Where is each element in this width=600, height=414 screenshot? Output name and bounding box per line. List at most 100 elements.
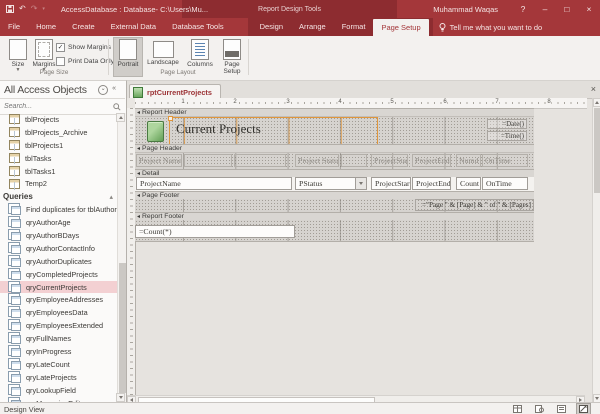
tab-create[interactable]: Create: [64, 18, 103, 36]
date-textbox[interactable]: =Date(): [487, 119, 527, 129]
field-combobox[interactable]: PStatus: [295, 177, 367, 190]
search-input[interactable]: [0, 103, 113, 110]
page-footer-band[interactable]: ="Page " & [Page] & " of " & [Pages]: [135, 199, 534, 212]
time-textbox[interactable]: =Time(): [487, 131, 527, 141]
nav-item-query[interactable]: qryFullNames: [0, 332, 117, 345]
nav-item-query[interactable]: qryEmployeeAddresses: [0, 293, 117, 306]
minimize-button[interactable]: –: [534, 0, 556, 18]
query-icon: [11, 309, 21, 318]
page-header-band[interactable]: Project Name Project Status ProjectStart…: [135, 153, 534, 169]
scroll-up-button[interactable]: [593, 98, 600, 107]
tab-format[interactable]: Format: [334, 18, 374, 36]
field-textbox[interactable]: ProjectEnd: [412, 177, 451, 190]
empty-label-box[interactable]: [184, 154, 232, 167]
empty-label-box[interactable]: [234, 154, 286, 167]
combobox-dropdown-icon[interactable]: [355, 178, 366, 189]
tab-external-data[interactable]: External Data: [103, 18, 164, 36]
nav-item-query[interactable]: Find duplicates for tblAuthors: [0, 203, 117, 216]
column-header-label[interactable]: Project Status: [295, 154, 339, 167]
nav-item-query[interactable]: qryAuthorContactInfo: [0, 242, 117, 255]
nav-item-query[interactable]: qryAuthorBDays: [0, 229, 117, 242]
nav-group-queries[interactable]: Queries▴: [0, 190, 117, 203]
nav-item-table[interactable]: tblProjects: [0, 113, 117, 126]
search-icon[interactable]: [113, 103, 121, 111]
portrait-label: Portrait: [118, 61, 139, 68]
nav-item-query[interactable]: qryLookupField: [0, 384, 117, 397]
nav-item-query[interactable]: qryLateCount: [0, 358, 117, 371]
section-bar-page-header[interactable]: ◂Page Header: [135, 144, 534, 153]
nav-item-query[interactable]: qryAuthorAge: [0, 216, 117, 229]
empty-label-box[interactable]: [341, 154, 367, 167]
field-textbox[interactable]: ProjectName: [136, 177, 292, 190]
nav-pane-title: All Access Objects: [4, 84, 87, 96]
close-button[interactable]: ×: [578, 0, 600, 18]
nav-item-table[interactable]: tblTasks1: [0, 165, 117, 178]
column-header-label[interactable]: Project Name: [136, 154, 182, 167]
tab-file[interactable]: File: [0, 18, 28, 36]
report-header-band[interactable]: Current Projects =Date() =Time(): [135, 117, 534, 144]
print-data-only-checkbox[interactable]: Print Data Only: [56, 57, 114, 66]
nav-item-query-selected[interactable]: qryCurrentProjects: [0, 281, 117, 294]
nav-item-query[interactable]: qryCompletedProjects: [0, 268, 117, 281]
design-view-icon[interactable]: [577, 404, 590, 414]
table-icon: [9, 140, 20, 150]
detail-band[interactable]: ProjectName PStatus ProjectStart Project…: [135, 177, 534, 191]
nav-item-table[interactable]: tblTasks: [0, 152, 117, 165]
save-icon[interactable]: [6, 5, 14, 13]
title-selection-box[interactable]: Current Projects: [169, 117, 378, 145]
ruler-number: 3: [285, 99, 290, 105]
tab-database-tools[interactable]: Database Tools: [164, 18, 232, 36]
document-close-icon[interactable]: ×: [591, 83, 596, 96]
tab-arrange[interactable]: Arrange: [291, 18, 334, 36]
datasheet-view-icon[interactable]: [511, 404, 524, 414]
column-header-label[interactable]: Numd: [456, 154, 481, 167]
column-header-label[interactable]: ProjectStart: [371, 154, 408, 167]
tab-home[interactable]: Home: [28, 18, 64, 36]
document-tab[interactable]: rptCurrentProjects: [129, 84, 221, 99]
nav-item-table[interactable]: tblProjects1: [0, 139, 117, 152]
print-preview-icon[interactable]: [533, 404, 546, 414]
field-textbox[interactable]: OnTime: [482, 177, 528, 190]
column-header-label[interactable]: OnTime: [482, 154, 528, 167]
nav-item-table[interactable]: Temp2: [0, 177, 117, 190]
nav-item-query[interactable]: qryInProgress: [0, 345, 117, 358]
nav-item-label: qryFullNames: [26, 334, 71, 343]
page-number-textbox[interactable]: ="Page " & [Page] & " of " & [Pages]: [415, 199, 534, 211]
nav-scrollbar[interactable]: [117, 113, 127, 403]
maximize-button[interactable]: □: [556, 0, 578, 18]
query-icon: [11, 374, 21, 383]
field-textbox[interactable]: Count: [456, 177, 481, 190]
vertical-scrollbar[interactable]: [592, 98, 600, 403]
nav-scroll-down-button[interactable]: [116, 393, 125, 402]
layout-view-icon[interactable]: [555, 404, 568, 414]
tab-design[interactable]: Design: [252, 18, 291, 36]
undo-icon[interactable]: ↶: [19, 5, 26, 13]
user-name[interactable]: Muhammad Waqas: [433, 5, 498, 14]
qat-customize-icon[interactable]: ▾: [42, 5, 45, 13]
shutter-close-icon[interactable]: «: [112, 85, 116, 95]
section-bar-report-header[interactable]: ◂Report Header: [135, 108, 534, 117]
nav-item-table[interactable]: tblProjects_Archive: [0, 126, 117, 139]
logo-image-placeholder[interactable]: [147, 121, 164, 142]
nav-item-query[interactable]: qryEmployeesData: [0, 306, 117, 319]
show-margins-checkbox[interactable]: Show Margins: [56, 43, 111, 52]
nav-pane-header[interactable]: All Access Objects ⌄ «: [0, 81, 126, 98]
help-button[interactable]: ?: [512, 0, 534, 18]
collapse-group-icon[interactable]: ▴: [109, 193, 113, 201]
report-footer-band[interactable]: =Count(*): [135, 220, 534, 242]
count-textbox[interactable]: =Count(*): [135, 225, 295, 238]
nav-item-query[interactable]: qryEmployeesExtended: [0, 319, 117, 332]
nav-item-query[interactable]: qryLateProjects: [0, 371, 117, 384]
nav-item-query[interactable]: qryAuthorDuplicates: [0, 255, 117, 268]
column-header-label[interactable]: ProjectEnd: [412, 154, 451, 167]
vertical-scrollbar-thumb[interactable]: [594, 108, 600, 193]
field-textbox[interactable]: ProjectStart: [371, 177, 411, 190]
nav-scroll-up-button[interactable]: [116, 113, 125, 122]
view-switcher: [511, 404, 590, 414]
nav-scrollbar-thumb[interactable]: [119, 263, 126, 393]
tab-page-setup[interactable]: Page Setup: [373, 19, 428, 36]
nav-item-label: qryCompletedProjects: [26, 270, 98, 279]
tell-me-box[interactable]: Tell me what you want to do: [439, 18, 543, 36]
nav-menu-icon[interactable]: ⌄: [98, 85, 108, 95]
contextual-tools-strip: Report Design Tools: [182, 0, 397, 18]
